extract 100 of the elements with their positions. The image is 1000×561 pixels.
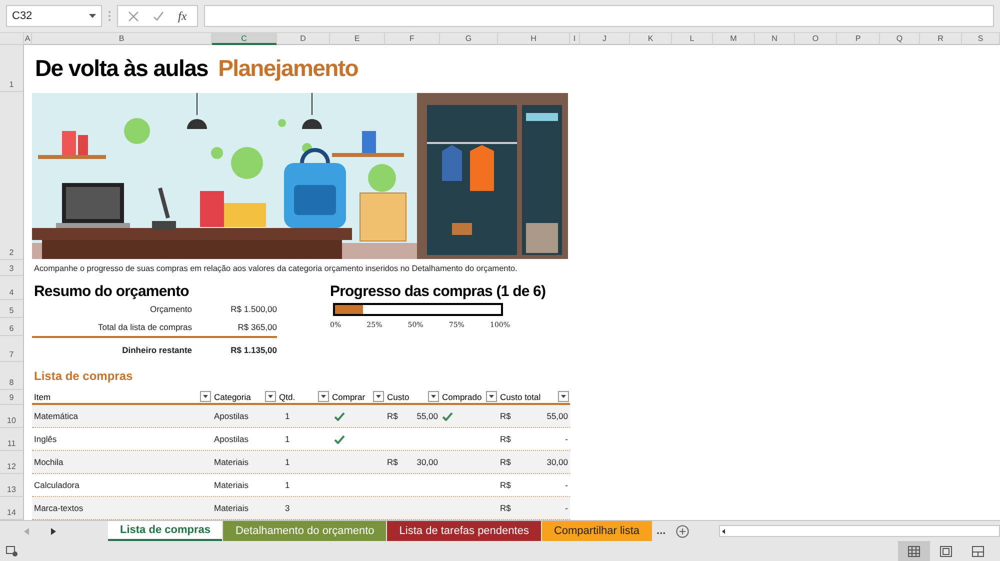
column-header[interactable]: J: [580, 33, 630, 45]
column-header[interactable]: F: [385, 33, 440, 45]
amount-text: -: [565, 480, 568, 490]
row-header[interactable]: 11: [0, 428, 24, 451]
sheet-tab[interactable]: Compartilhar lista: [542, 521, 652, 541]
item-cell: Mochila: [34, 457, 64, 467]
filter-dropdown-button[interactable]: [265, 391, 276, 402]
column-header[interactable]: P: [837, 33, 880, 45]
budget-label: Total da lista de compras: [96, 322, 193, 332]
row-header[interactable]: 1: [0, 45, 24, 92]
add-sheet-icon[interactable]: [676, 524, 689, 538]
filter-dropdown-button[interactable]: [558, 391, 569, 402]
column-header[interactable]: H: [498, 33, 570, 45]
next-sheet-icon[interactable]: [51, 528, 56, 534]
shopping-list-heading: Lista de compras: [33, 369, 134, 383]
cancel-icon[interactable]: [128, 10, 139, 22]
macro-record-icon[interactable]: [6, 546, 18, 556]
column-header[interactable]: I: [570, 33, 580, 45]
quantity-cell: 3: [285, 503, 290, 513]
currency-symbol: R$: [387, 411, 398, 421]
filter-dropdown-button[interactable]: [200, 391, 211, 402]
budget-value: R$ 1.500,00: [230, 304, 277, 314]
budget-label: Dinheiro restante: [121, 345, 193, 355]
page-break-icon: [972, 546, 984, 556]
column-header[interactable]: E: [330, 33, 385, 45]
sheet-tab[interactable]: Lista de tarefas pendentes: [387, 521, 541, 541]
currency-symbol: R$: [500, 503, 511, 513]
amount-text: 55,00: [416, 411, 438, 421]
budget-value: R$ 1.135,00: [230, 345, 277, 355]
row-header[interactable]: 3: [0, 260, 24, 276]
category-cell: Materiais: [214, 503, 248, 513]
quantity-cell: 1: [285, 457, 290, 467]
column-title: Qtd.: [279, 392, 296, 402]
row-header[interactable]: 9: [0, 390, 24, 405]
category-cell: Apostilas: [214, 434, 248, 444]
item-cell: Inglês: [34, 434, 57, 444]
caret-icon[interactable]: [89, 14, 96, 18]
column-header[interactable]: Q: [880, 33, 920, 45]
caret-icon: [268, 395, 273, 398]
horizontal-scrollbar[interactable]: [718, 525, 1000, 537]
row-header[interactable]: 12: [0, 451, 24, 474]
progress-heading: Progresso das compras (1 de 6): [330, 283, 547, 300]
filter-dropdown-button[interactable]: [373, 391, 384, 402]
column-header[interactable]: O: [795, 33, 837, 45]
column-header[interactable]: G: [440, 33, 498, 45]
amount-text: -: [565, 434, 568, 444]
currency-symbol: R$: [500, 457, 511, 467]
row-header[interactable]: 4: [0, 276, 24, 300]
filter-dropdown-button[interactable]: [486, 391, 497, 402]
currency-symbol: R$: [500, 480, 511, 490]
normal-view-button[interactable]: [898, 541, 930, 561]
column-title: Custo: [387, 392, 410, 402]
name-box[interactable]: C32: [6, 5, 102, 27]
column-header[interactable]: A: [24, 33, 32, 45]
column-header[interactable]: B: [32, 33, 212, 45]
currency-symbol: R$: [387, 457, 398, 467]
currency-symbol: R$: [500, 434, 511, 444]
caret-icon: [489, 395, 494, 398]
column-header[interactable]: R: [920, 33, 962, 45]
row-header[interactable]: 2: [0, 92, 24, 260]
formula-input[interactable]: [204, 5, 994, 27]
item-cell: Marca-textos: [34, 503, 84, 513]
category-cell: Apostilas: [214, 411, 248, 421]
quantity-cell: 1: [285, 480, 290, 490]
category-cell: Materiais: [214, 480, 248, 490]
column-title: Comprado: [442, 392, 482, 402]
column-title: Custo total: [500, 392, 541, 402]
budget-value: R$ 365,00: [236, 322, 277, 332]
row-header[interactable]: 7: [0, 336, 24, 362]
row-header[interactable]: 14: [0, 497, 24, 520]
item-cell: Matemática: [34, 411, 78, 421]
enter-check-icon[interactable]: [153, 10, 164, 22]
amount-text: 30,00: [546, 457, 568, 467]
quantity-cell: 1: [285, 434, 290, 444]
column-header[interactable]: N: [755, 33, 795, 45]
more-sheets-button[interactable]: ...: [652, 521, 670, 541]
column-header[interactable]: K: [630, 33, 672, 45]
column-header[interactable]: S: [962, 33, 1000, 45]
insert-function-button[interactable]: fx: [178, 8, 187, 24]
description-text: Acompanhe o progresso de suas compras em relação aos valores da categoria orçamento inseridos no Detalhamento do orçamento.: [33, 264, 518, 272]
item-cell: Calculadora: [34, 480, 80, 490]
page-icon: [940, 546, 952, 556]
column-title: Item: [34, 392, 51, 402]
row-header[interactable]: 5: [0, 300, 24, 318]
column-header[interactable]: D: [277, 33, 330, 45]
sheet-tab[interactable]: Lista de compras: [108, 521, 222, 541]
filter-dropdown-button[interactable]: [318, 391, 329, 402]
sheet-tab[interactable]: Detalhamento do orçamento: [223, 521, 386, 541]
budget-label: Orçamento: [148, 304, 193, 314]
row-header[interactable]: 10: [0, 405, 24, 428]
budget-summary-heading: Resumo do orçamento: [33, 283, 190, 300]
row-header[interactable]: 6: [0, 318, 24, 336]
column-header[interactable]: C: [212, 33, 277, 45]
filter-dropdown-button[interactable]: [428, 391, 439, 402]
scroll-left-icon[interactable]: [720, 526, 728, 536]
column-header[interactable]: L: [672, 33, 713, 45]
column-header[interactable]: M: [713, 33, 755, 45]
sheet-title: De volta às aulas: [35, 55, 208, 82]
row-header[interactable]: 13: [0, 474, 24, 497]
row-header[interactable]: 8: [0, 362, 24, 390]
